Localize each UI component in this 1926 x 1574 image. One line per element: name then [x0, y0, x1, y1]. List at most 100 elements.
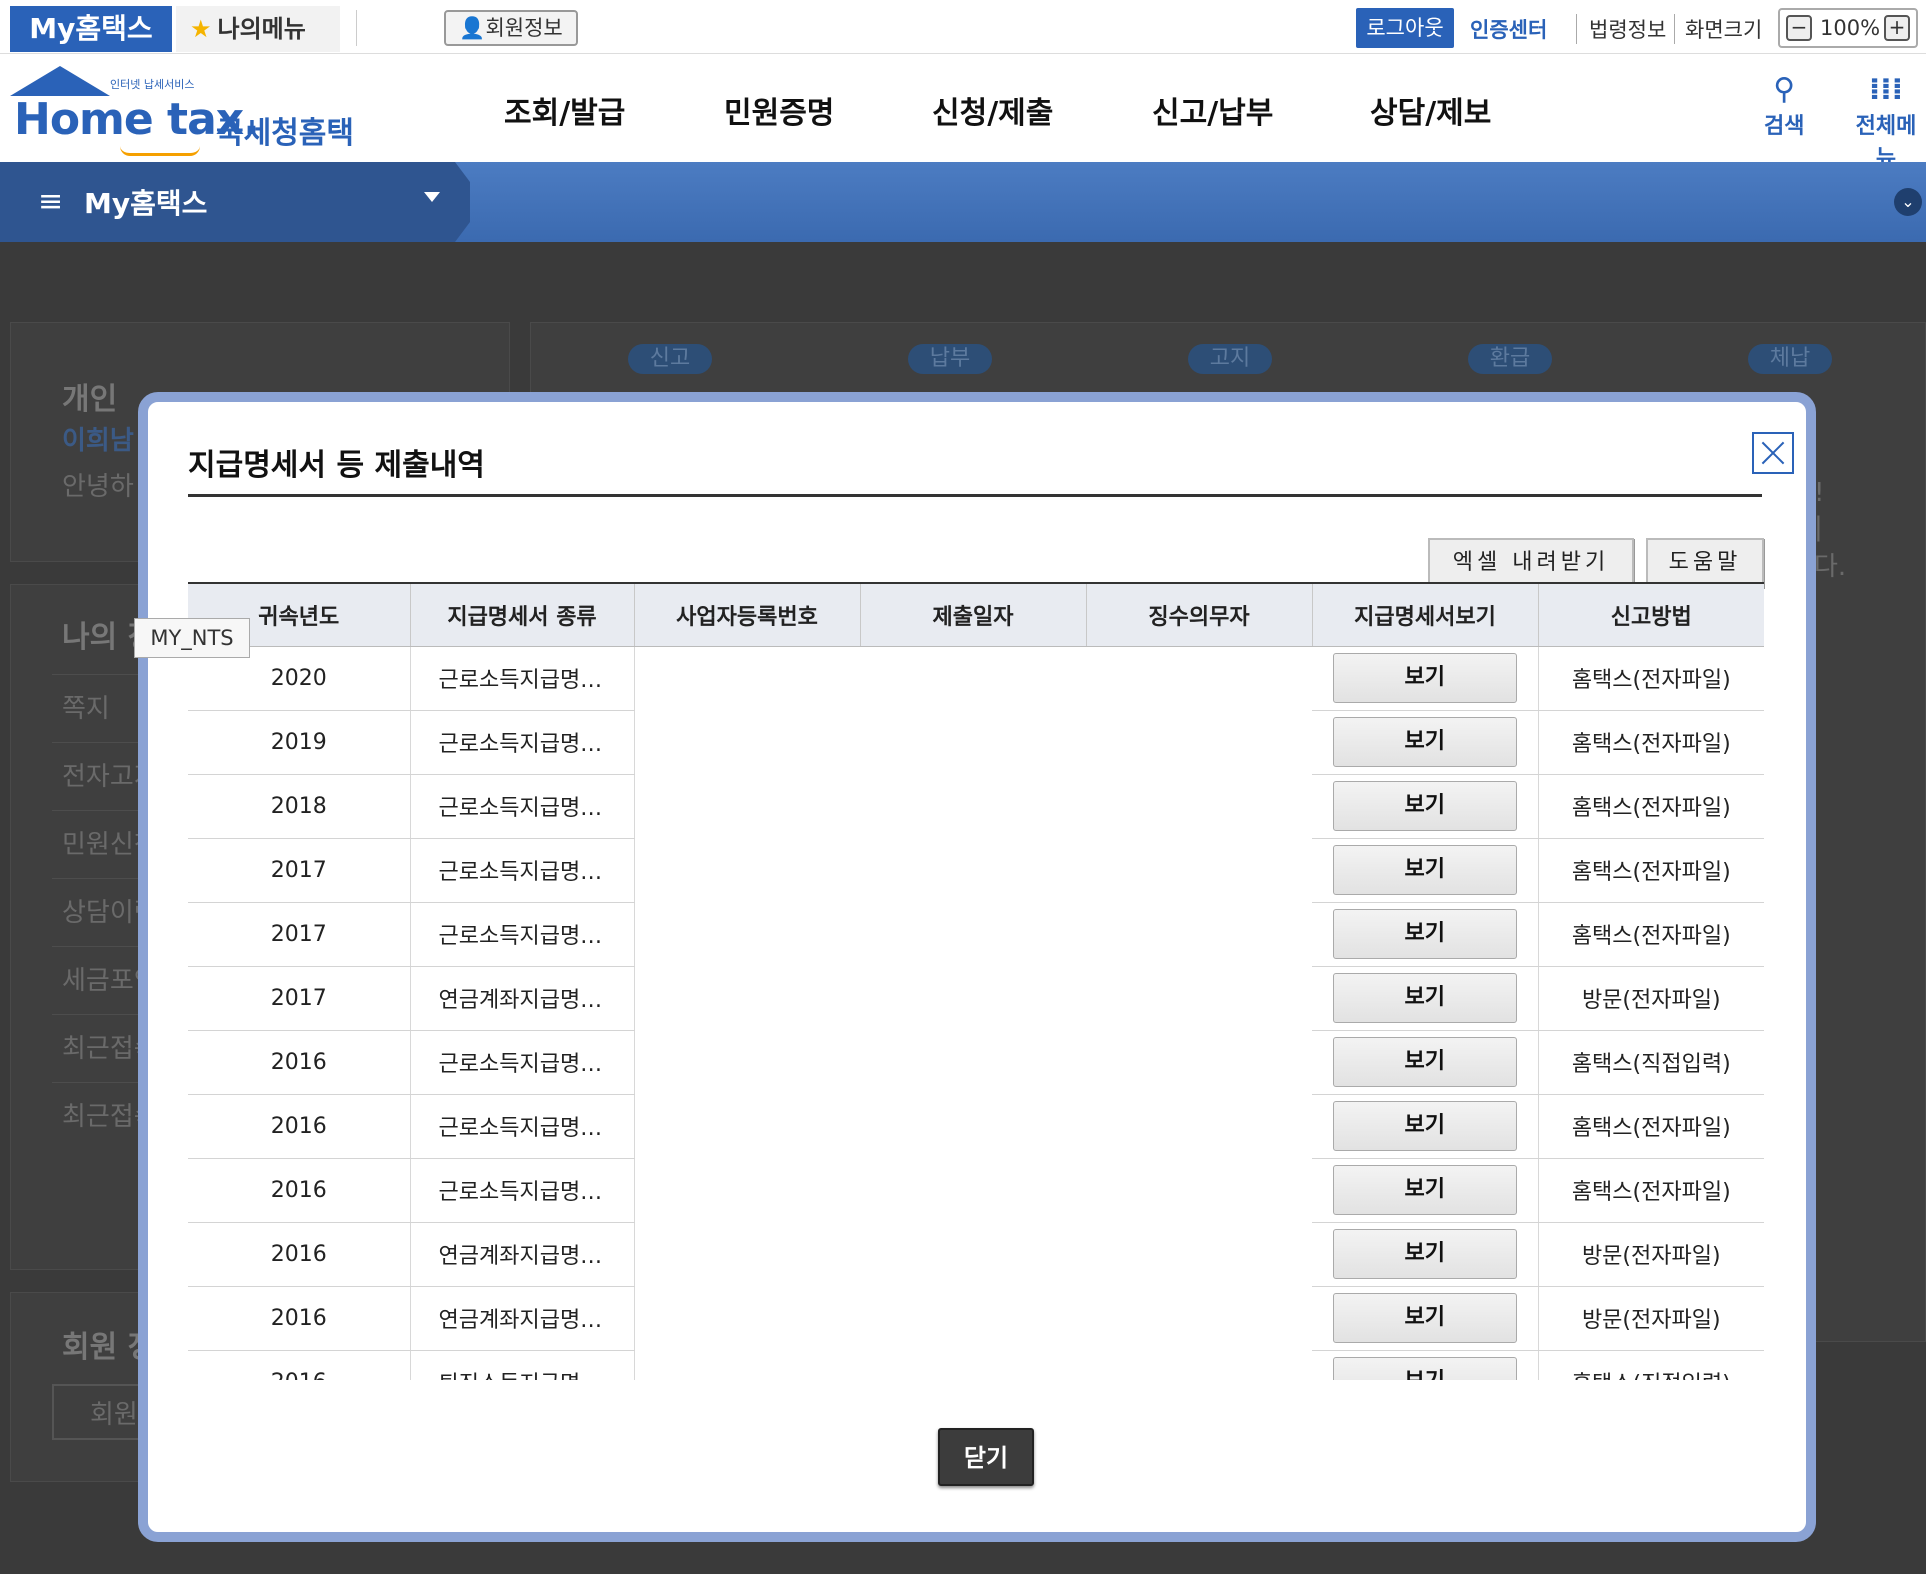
- grid-icon: ⁞⁞⁞: [1868, 72, 1904, 107]
- bg-side-item: 쪽지: [62, 694, 110, 724]
- cell-submit-date: [860, 1158, 1086, 1222]
- cell-view: 보기: [1312, 966, 1539, 1031]
- col-header-biz-number: 사업자등록번호: [634, 584, 861, 647]
- cell-view: 보기: [1312, 1094, 1539, 1159]
- sub-nav-title: My홈택스: [84, 187, 208, 220]
- member-info-button[interactable]: 👤회원정보: [444, 10, 578, 46]
- view-button[interactable]: 보기: [1332, 973, 1517, 1023]
- cell-view: 보기: [1312, 1158, 1539, 1223]
- search-button[interactable]: ⚲ 검색: [1764, 72, 1804, 140]
- top-utility-bar: My홈택스 ★ 나의메뉴 👤회원정보 로그아웃 인증센터 법령정보 화면크기 − …: [0, 0, 1926, 54]
- view-button[interactable]: 보기: [1332, 1229, 1517, 1279]
- zoom-in-button[interactable]: +: [1884, 15, 1910, 41]
- my-hometax-tab[interactable]: My홈택스: [10, 6, 172, 52]
- table-row: 2016 근로소득지급명… 보기 홈택스(전자파일): [188, 1158, 1764, 1223]
- cell-kind: 연금계좌지급명…: [410, 1222, 635, 1287]
- cell-kind: 근로소득지급명…: [410, 774, 635, 839]
- cert-center-link[interactable]: 인증센터: [1470, 14, 1547, 44]
- my-menu-tab[interactable]: ★ 나의메뉴: [176, 6, 340, 52]
- view-button[interactable]: 보기: [1332, 1165, 1517, 1215]
- cell-year: 2019: [188, 710, 411, 775]
- table-row: 2016 연금계좌지급명… 보기 방문(전자파일): [188, 1286, 1764, 1351]
- hamburger-icon[interactable]: ≡: [38, 184, 63, 219]
- cell-submit-date: [860, 1350, 1086, 1380]
- cell-submit-date: [860, 774, 1086, 838]
- cell-withholder: [1086, 966, 1312, 1030]
- cell-method: 홈택스(전자파일): [1538, 774, 1764, 839]
- caret-down-icon[interactable]: [424, 192, 440, 202]
- cell-biz-number: [634, 902, 860, 966]
- table-row: 2017 연금계좌지급명… 보기 방문(전자파일): [188, 966, 1764, 1031]
- table-row: 2019 근로소득지급명… 보기 홈택스(전자파일): [188, 710, 1764, 775]
- nav-report-pay[interactable]: 신고/납부: [1152, 88, 1273, 132]
- submission-table-scroll[interactable]: 귀속년도 지급명세서 종류 사업자등록번호 제출일자 징수의무자 지급명세서보기…: [188, 582, 1764, 1380]
- tooltip: MY_NTS: [134, 618, 250, 658]
- cell-withholder: [1086, 1158, 1312, 1222]
- cell-view: 보기: [1312, 774, 1539, 839]
- excel-download-button[interactable]: 엑셀 내려받기: [1428, 538, 1634, 588]
- nav-apply-submit[interactable]: 신청/제출: [932, 88, 1053, 132]
- table-row: 2017 근로소득지급명… 보기 홈택스(전자파일): [188, 838, 1764, 903]
- cell-year: 2017: [188, 966, 411, 1031]
- view-button[interactable]: 보기: [1332, 1101, 1517, 1151]
- view-button[interactable]: 보기: [1332, 909, 1517, 959]
- cell-kind: 근로소득지급명…: [410, 838, 635, 903]
- cell-submit-date: [860, 1222, 1086, 1286]
- modal-title: 지급명세서 등 제출내역: [188, 448, 485, 483]
- cell-submit-date: [860, 838, 1086, 902]
- hometax-logo[interactable]: 인터넷 납세서비스 Home tax. 국세청홈택스: [10, 64, 370, 195]
- table-row: 2016 연금계좌지급명… 보기 방문(전자파일): [188, 1222, 1764, 1287]
- cell-year: 2016: [188, 1350, 411, 1380]
- nav-civil-cert[interactable]: 민원증명: [724, 88, 834, 132]
- chevron-down-icon[interactable]: ⌄: [1894, 188, 1922, 216]
- nav-consult-report[interactable]: 상담/제보: [1370, 88, 1491, 132]
- logo-swoosh-icon: [120, 146, 200, 156]
- search-label: 검색: [1764, 114, 1805, 139]
- table-row: 2016 근로소득지급명… 보기 홈택스(직접입력): [188, 1030, 1764, 1095]
- view-button[interactable]: 보기: [1332, 653, 1517, 703]
- cell-biz-number: [634, 1350, 860, 1380]
- all-menu-button[interactable]: ⁞⁞⁞ 전체메뉴: [1846, 72, 1926, 172]
- zoom-out-button[interactable]: −: [1786, 15, 1812, 41]
- cell-kind: 근로소득지급명…: [410, 1158, 635, 1223]
- logout-button[interactable]: 로그아웃: [1356, 8, 1454, 48]
- cell-biz-number: [634, 1286, 860, 1350]
- cell-method: 홈택스(전자파일): [1538, 902, 1764, 967]
- cell-method: 홈택스(전자파일): [1538, 646, 1764, 711]
- close-button[interactable]: 닫기: [938, 1428, 1034, 1486]
- cell-biz-number: [634, 710, 860, 774]
- view-button[interactable]: 보기: [1332, 781, 1517, 831]
- cell-view: 보기: [1312, 710, 1539, 775]
- table-row: 2016 근로소득지급명… 보기 홈택스(전자파일): [188, 1094, 1764, 1159]
- cell-biz-number: [634, 774, 860, 838]
- cell-kind: 근로소득지급명…: [410, 1094, 635, 1159]
- cell-view: 보기: [1312, 1030, 1539, 1095]
- bg-member-button-label: 회원: [90, 1400, 138, 1430]
- view-button[interactable]: 보기: [1332, 1357, 1517, 1380]
- submission-table: 귀속년도 지급명세서 종류 사업자등록번호 제출일자 징수의무자 지급명세서보기…: [188, 584, 1764, 1380]
- help-button[interactable]: 도움말: [1646, 538, 1764, 588]
- view-button[interactable]: 보기: [1332, 1037, 1517, 1087]
- bg-personal-heading: 개인: [62, 382, 118, 417]
- sub-nav-menu[interactable]: [0, 162, 470, 242]
- cell-withholder: [1086, 1286, 1312, 1350]
- col-header-withholder: 징수의무자: [1086, 584, 1313, 647]
- cell-year: 2016: [188, 1030, 411, 1095]
- law-info-link[interactable]: 법령정보: [1576, 14, 1666, 44]
- col-header-kind: 지급명세서 종류: [410, 584, 635, 647]
- bg-pill: 납부: [908, 344, 992, 374]
- view-button[interactable]: 보기: [1332, 717, 1517, 767]
- view-button[interactable]: 보기: [1332, 845, 1517, 895]
- cell-withholder: [1086, 902, 1312, 966]
- cell-kind: 근로소득지급명…: [410, 710, 635, 775]
- nav-lookup-issue[interactable]: 조회/발급: [504, 88, 625, 132]
- view-button[interactable]: 보기: [1332, 1293, 1517, 1343]
- bg-pill: 체납: [1748, 344, 1832, 374]
- cell-method: 홈택스(직접입력): [1538, 1350, 1764, 1380]
- cell-kind: 연금계좌지급명…: [410, 966, 635, 1031]
- close-icon[interactable]: [1752, 432, 1794, 474]
- modal-title-underline: [188, 494, 1762, 497]
- cell-submit-date: [860, 1094, 1086, 1158]
- col-header-method: 신고방법: [1538, 584, 1764, 647]
- table-header-row: 귀속년도 지급명세서 종류 사업자등록번호 제출일자 징수의무자 지급명세서보기…: [188, 584, 1764, 647]
